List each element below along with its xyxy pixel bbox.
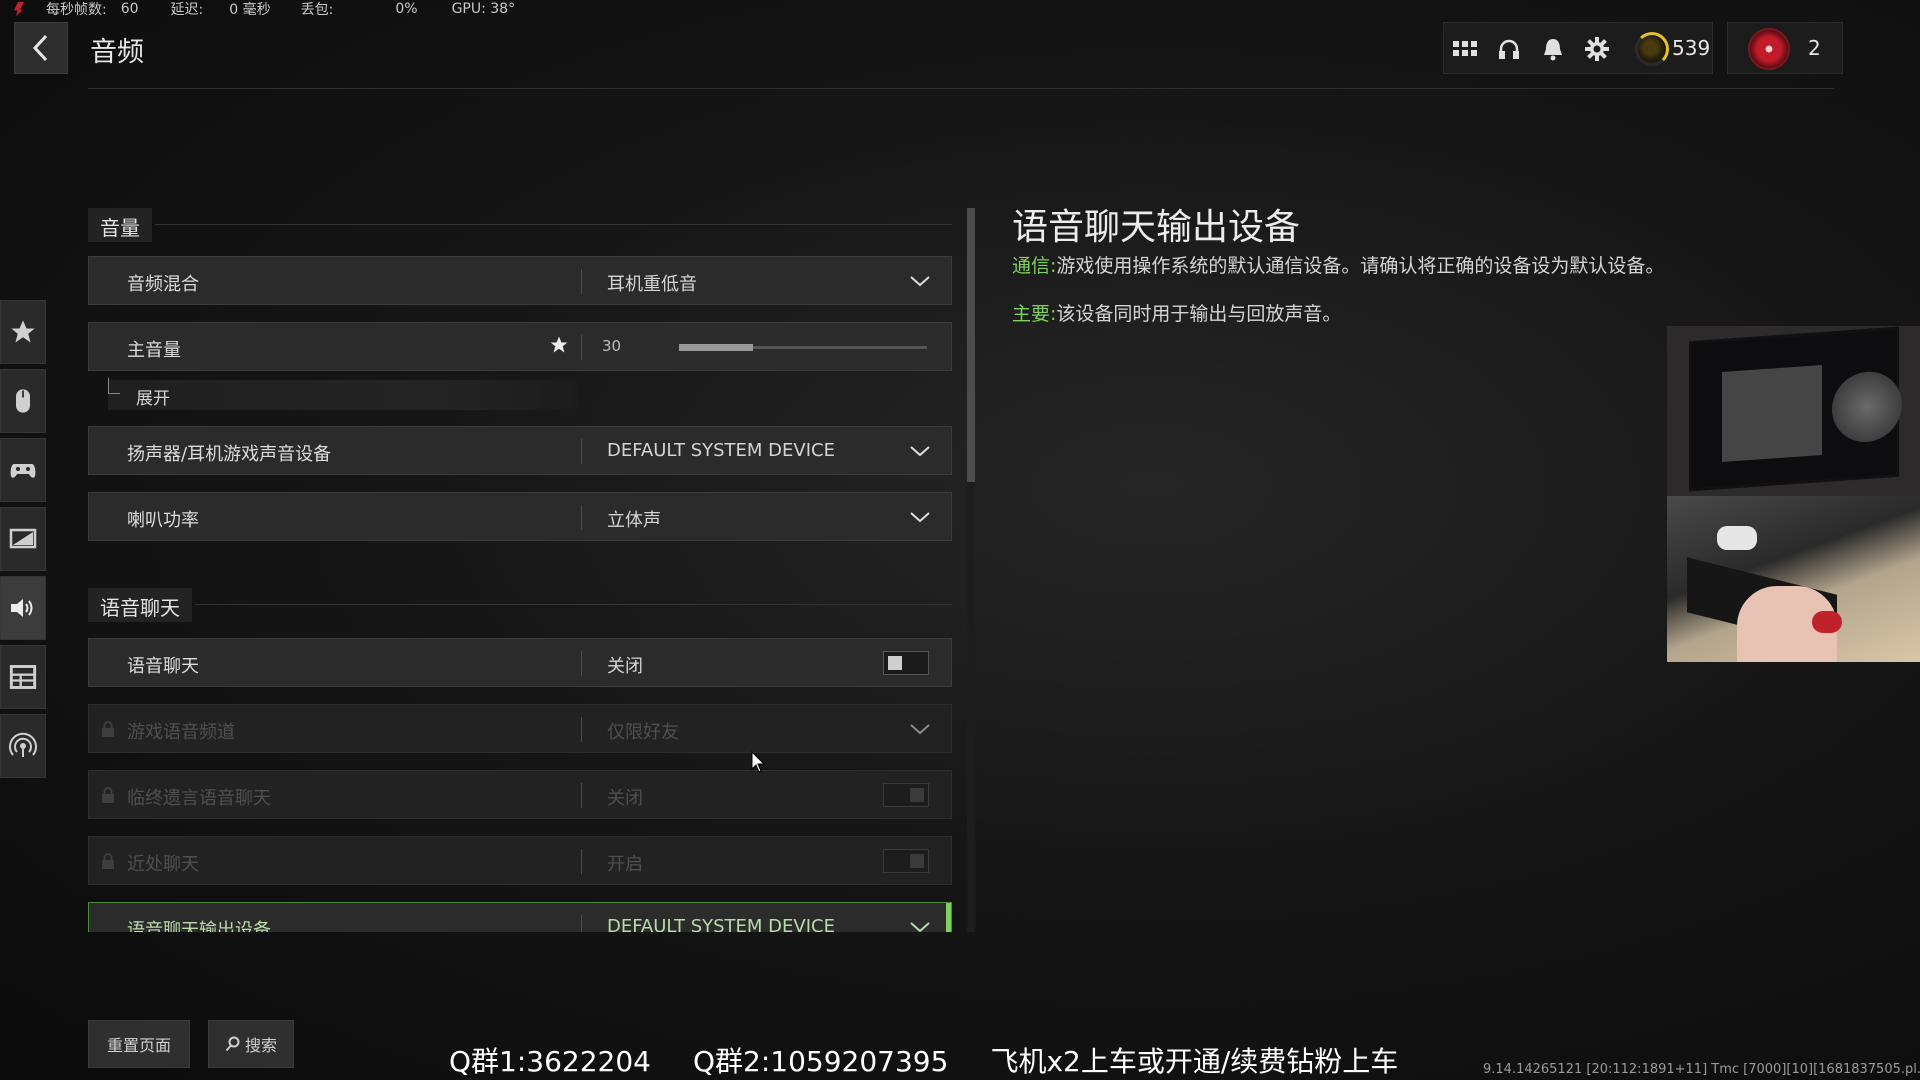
chevron-down-icon: [910, 724, 930, 735]
setting-label: 喇叭功率: [127, 510, 199, 531]
setting-game-voice-channel: 游戏语音频道 仅限好友: [88, 704, 952, 753]
description-title: 语音聊天输出设备: [1012, 207, 1301, 248]
voice-chat-toggle[interactable]: [883, 651, 929, 675]
top-icon-bar: 539: [1443, 22, 1713, 74]
volume-value: 30: [602, 337, 622, 355]
chevron-down-icon: [910, 446, 930, 457]
search-button[interactable]: 搜索: [208, 1020, 294, 1068]
setting-voice-output-device[interactable]: 语音聊天输出设备 DEFAULT SYSTEM DEVICE: [88, 902, 952, 932]
gear-icon[interactable]: [1584, 36, 1610, 62]
lock-icon: [102, 721, 114, 737]
settings-list: 音量 音频混合 耳机重低音 主音量 30 展开 扬声器/耳机游戏声音设备 DEF…: [0, 0, 960, 932]
expand-toggle[interactable]: 展开: [108, 378, 578, 410]
setting-voice-chat[interactable]: 语音聊天 关闭: [88, 638, 952, 687]
setting-last-words-chat: 临终遗言语音聊天 关闭: [88, 770, 952, 819]
setting-value: 耳机重低音: [607, 274, 697, 295]
webcam-overlay: [1667, 326, 1920, 662]
lock-icon: [102, 853, 114, 869]
headset-icon[interactable]: [1496, 36, 1522, 62]
section-divider: [195, 604, 952, 605]
description-line-communication: 通信:游戏使用操作系统的默认通信设备。请确认将正确的设备设为默认设备。: [1012, 251, 1664, 278]
selection-edge: [946, 903, 951, 932]
proximity-chat-toggle: [883, 849, 929, 873]
qq-group-2: Q群2:1059207395: [693, 1045, 949, 1078]
setting-label: 主音量: [127, 340, 181, 361]
last-words-toggle: [883, 783, 929, 807]
setting-value: 立体声: [607, 510, 661, 531]
mouse-cursor-icon: [751, 751, 765, 773]
cod-points-count: 539: [1672, 36, 1711, 60]
setting-audio-mix[interactable]: 音频混合 耳机重低音: [88, 256, 952, 305]
setting-value: DEFAULT SYSTEM DEVICE: [607, 916, 835, 932]
section-title-volume: 音量: [88, 208, 152, 242]
avatar: [1748, 28, 1790, 70]
setting-label: 近处聊天: [127, 854, 199, 875]
setting-label: 游戏语音频道: [127, 722, 235, 743]
setting-value: 仅限好友: [607, 722, 679, 743]
setting-proximity-chat: 近处聊天 开启: [88, 836, 952, 885]
tree-branch-icon: [108, 378, 120, 394]
promo-text: 飞机x2上车或开通/续费钻粉上车: [990, 1045, 1399, 1078]
reset-page-button[interactable]: 重置页面: [88, 1020, 190, 1068]
chevron-down-icon: [910, 512, 930, 523]
setting-master-volume[interactable]: 主音量 30: [88, 322, 952, 371]
chevron-down-icon: [910, 922, 930, 932]
setting-label: 语音聊天输出设备: [127, 920, 271, 932]
description-text: 该设备同时用于输出与回放声音。: [1056, 303, 1342, 325]
volume-slider[interactable]: [679, 344, 927, 351]
search-icon: [225, 1036, 240, 1052]
favorite-star-icon[interactable]: [549, 335, 569, 355]
grid-icon[interactable]: [1452, 36, 1478, 62]
setting-speaker-power[interactable]: 喇叭功率 立体声: [88, 492, 952, 541]
reset-page-label: 重置页面: [106, 1036, 171, 1055]
setting-label: 语音聊天: [127, 656, 199, 677]
qq-group-1: Q群1:3622204: [449, 1045, 651, 1078]
cod-points-icon[interactable]: [1635, 32, 1669, 66]
chevron-down-icon: [910, 276, 930, 287]
section-title-voice-chat: 语音聊天: [88, 588, 192, 622]
bell-icon[interactable]: [1540, 36, 1566, 62]
setting-label: 音频混合: [127, 274, 199, 295]
setting-value: 关闭: [607, 656, 643, 677]
profile-level: 2: [1808, 36, 1821, 60]
description-text: 游戏使用操作系统的默认通信设备。请确认将正确的设备设为默认设备。: [1056, 255, 1665, 277]
profile-box[interactable]: 2: [1727, 22, 1843, 74]
expand-label: 展开: [136, 389, 170, 409]
description-line-primary: 主要:该设备同时用于输出与回放声音。: [1012, 299, 1341, 326]
build-info: 9.14.14265121 [20:112:1891+11] Tmc [7000…: [1483, 1062, 1920, 1077]
search-label: 搜索: [244, 1036, 277, 1055]
setting-label: 扬声器/耳机游戏声音设备: [127, 444, 332, 465]
volume-slider-fill: [679, 344, 754, 351]
setting-value: 开启: [607, 854, 643, 875]
lock-icon: [102, 787, 114, 803]
description-key: 主要:: [1012, 303, 1057, 325]
setting-value: 关闭: [607, 788, 643, 809]
setting-label: 临终遗言语音聊天: [127, 788, 271, 809]
stream-promo-overlay: Q群1:3622204 Q群2:1059207395 飞机x2上车或开通/续费钻粉上…: [449, 1040, 1398, 1080]
setting-speaker-device[interactable]: 扬声器/耳机游戏声音设备 DEFAULT SYSTEM DEVICE: [88, 426, 952, 475]
setting-value: DEFAULT SYSTEM DEVICE: [607, 440, 835, 461]
scrollbar-thumb[interactable]: [967, 208, 975, 482]
description-key: 通信:: [1012, 255, 1057, 277]
section-divider: [155, 224, 952, 225]
